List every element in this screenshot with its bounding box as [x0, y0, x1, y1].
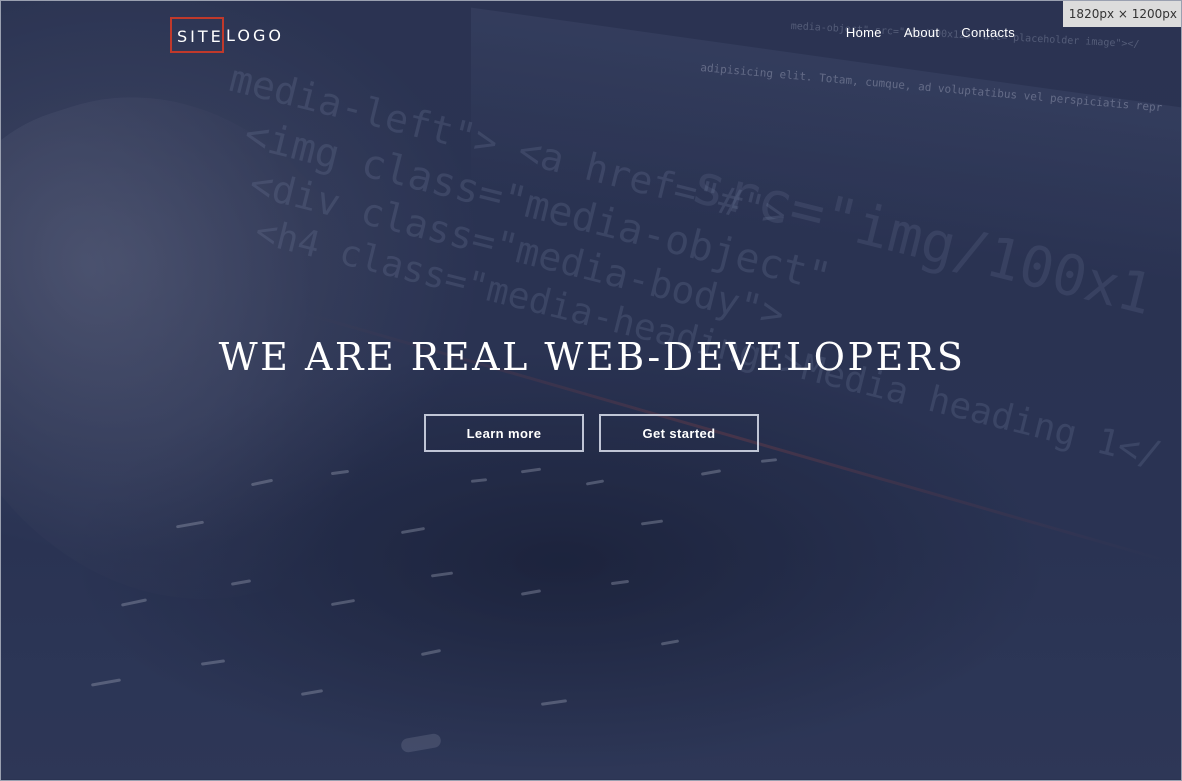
navbar: SITE LOGO Home About Contacts	[1, 1, 1181, 67]
hero-background: media-object" src="img/100x125" alt="pla…	[1, 1, 1181, 779]
color-overlay	[1, 1, 1181, 779]
get-started-button[interactable]: Get started	[599, 414, 759, 452]
hero-headline: WE ARE REAL WEB-DEVELOPERS	[218, 335, 966, 379]
logo-site-text: SITE	[170, 17, 224, 53]
nav-item-home[interactable]: Home	[846, 25, 882, 40]
logo-rest-text: LOGO	[226, 25, 284, 45]
nav-item-contacts[interactable]: Contacts	[961, 25, 1015, 40]
learn-more-button[interactable]: Learn more	[424, 414, 584, 452]
site-logo[interactable]: SITE LOGO	[170, 15, 284, 55]
viewport-dimensions-badge: 1820px × 1200px	[1062, 0, 1182, 27]
main-nav: Home About Contacts	[824, 25, 1015, 40]
nav-item-about[interactable]: About	[904, 25, 939, 40]
